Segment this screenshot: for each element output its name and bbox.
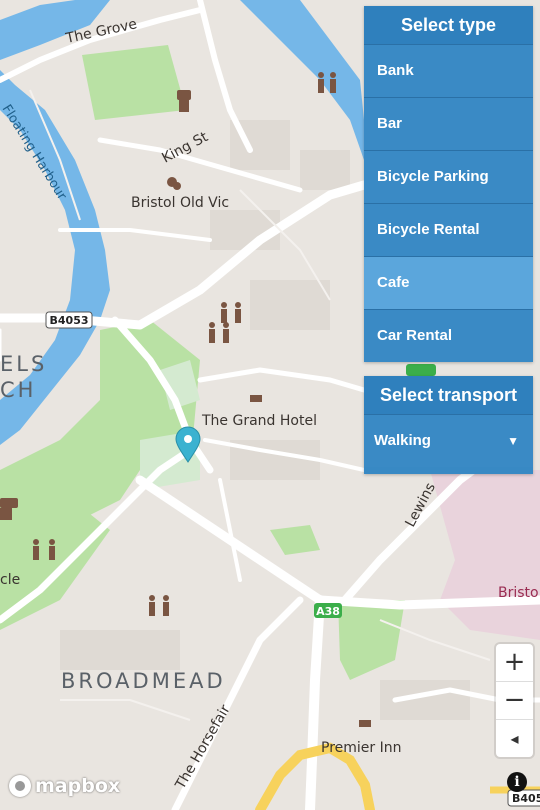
area-label-bristo: Bristo — [498, 585, 539, 601]
poi-label-grand-hotel: The Grand Hotel — [201, 413, 317, 429]
area-label-els: ELS — [0, 352, 47, 376]
type-panel-title: Select type — [364, 6, 533, 44]
compass-button[interactable]: ◂ — [496, 720, 533, 757]
type-option-car-rental[interactable]: Car Rental — [364, 309, 533, 362]
area-label-ch: CH — [0, 378, 36, 402]
info-icon[interactable]: i — [507, 772, 527, 792]
shield-b405: B405 — [507, 789, 540, 807]
zoom-controls: + − ◂ — [496, 644, 533, 757]
poi-label-premier-inn: Premier Inn — [321, 740, 401, 756]
shield-b4053-label: B4053 — [50, 314, 89, 327]
transport-dropdown[interactable]: Walking ▼ — [364, 414, 533, 467]
hotel-icon — [359, 720, 371, 727]
zoom-in-button[interactable]: + — [496, 644, 533, 682]
area-label-broadmead: BROADMEAD — [61, 669, 226, 693]
transport-selector-panel: Select transport Walking ▼ — [364, 376, 533, 474]
mapbox-logo-icon — [9, 775, 31, 797]
type-option-bicycle-parking[interactable]: Bicycle Parking — [364, 150, 533, 203]
cafe-icon — [177, 90, 191, 112]
shield-b405-label: B405 — [512, 792, 540, 805]
poi-label-cle: cle — [0, 572, 20, 588]
type-option-bar[interactable]: Bar — [364, 97, 533, 150]
type-option-bicycle-rental[interactable]: Bicycle Rental — [364, 203, 533, 256]
shield-a38: A38 — [314, 603, 342, 618]
shield-b4053: B4053 — [45, 311, 93, 329]
mapbox-logo-text: mapbox — [35, 775, 121, 797]
dropdown-caret-icon: ▼ — [507, 434, 519, 448]
type-selector-panel: Select type Bank Bar Bicycle Parking Bic… — [364, 6, 533, 362]
zoom-out-button[interactable]: − — [496, 682, 533, 720]
transport-panel-title: Select transport — [364, 376, 533, 414]
transport-selected-value: Walking — [374, 432, 431, 449]
shield-a38-partial — [406, 364, 436, 376]
poi-label-bristol-old-vic: Bristol Old Vic — [131, 195, 229, 211]
type-option-bank[interactable]: Bank — [364, 44, 533, 97]
shield-a38-label: A38 — [316, 605, 340, 618]
mapbox-logo[interactable]: mapbox — [9, 772, 120, 800]
hotel-icon — [250, 395, 262, 402]
type-option-cafe[interactable]: Cafe — [364, 256, 533, 309]
